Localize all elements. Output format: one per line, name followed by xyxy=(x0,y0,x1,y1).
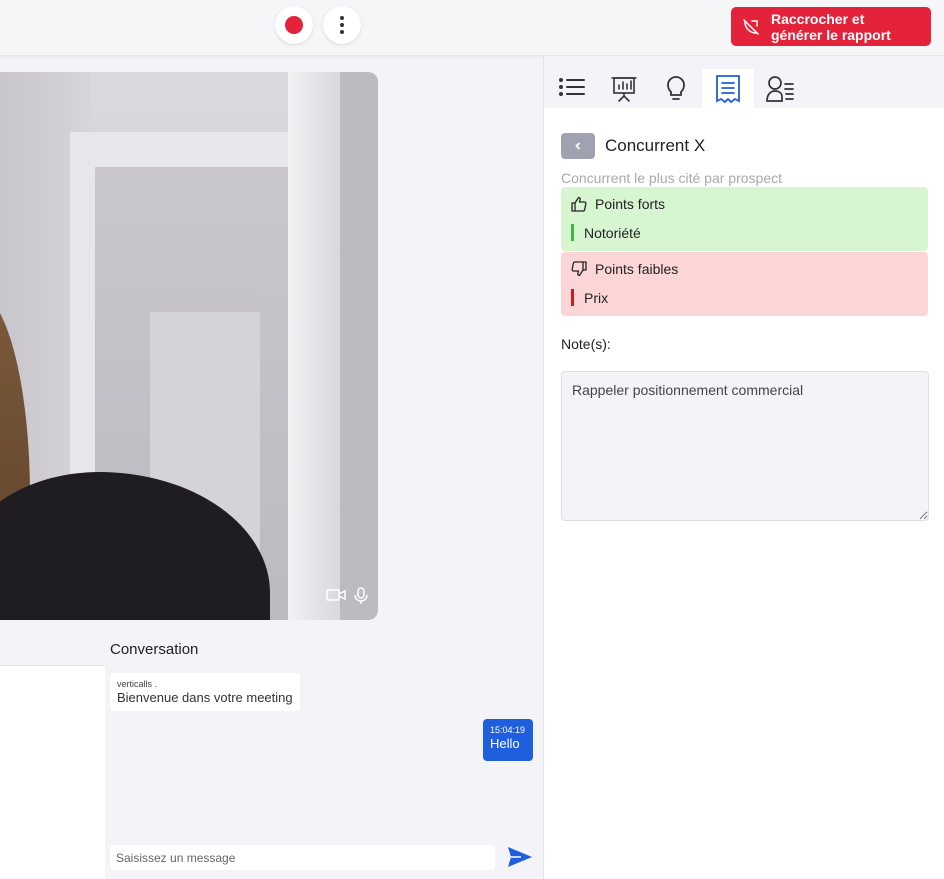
contact-list-icon xyxy=(766,76,794,102)
competitor-subtitle: Concurrent le plus cité par prospect xyxy=(561,170,782,186)
message-sender: verticalls . xyxy=(117,679,158,689)
strength-item: Notoriété xyxy=(584,224,641,241)
notes-label: Note(s): xyxy=(561,336,611,352)
participants-strip xyxy=(0,665,105,879)
record-button[interactable] xyxy=(275,6,313,44)
panel-tabs xyxy=(544,56,944,108)
send-icon xyxy=(508,847,532,867)
chat-message-outgoing: 15:04:19 Hello xyxy=(483,719,533,761)
more-options-button[interactable] xyxy=(323,6,361,44)
strengths-card: Points forts Notoriété xyxy=(561,187,928,251)
back-button[interactable] xyxy=(561,133,595,159)
notes-field[interactable]: Rappeler positionnement commercial xyxy=(561,371,929,521)
tab-list[interactable] xyxy=(546,70,598,108)
weaknesses-label: Points faibles xyxy=(595,261,679,277)
thumbs-up-icon xyxy=(571,196,587,212)
conversation-title: Conversation xyxy=(110,641,199,658)
weakness-bar xyxy=(571,289,574,306)
competitor-title: Concurrent X xyxy=(605,136,706,155)
hangup-label-line2: générer le rapport xyxy=(771,26,891,43)
lightbulb-icon xyxy=(667,76,685,100)
kebab-menu-icon xyxy=(340,16,344,34)
presentation-board-icon xyxy=(611,77,637,102)
message-text: Hello xyxy=(490,736,520,751)
video-feed xyxy=(0,72,378,620)
strength-bar xyxy=(571,224,574,241)
list-icon xyxy=(559,78,585,96)
message-text: Bienvenue dans votre meeting xyxy=(117,690,293,705)
phone-hangup-icon xyxy=(731,18,771,36)
record-dot-icon xyxy=(285,16,303,34)
receipt-document-icon xyxy=(716,75,740,104)
hangup-label-line1: Raccrocher et xyxy=(771,10,865,27)
send-button[interactable] xyxy=(507,846,533,873)
hangup-generate-report-button[interactable]: Raccrocher et générer le rapport xyxy=(731,7,931,46)
camera-icon[interactable] xyxy=(326,587,346,610)
strengths-label: Points forts xyxy=(595,196,666,212)
chat-message-incoming: verticalls . Bienvenue dans votre meetin… xyxy=(110,673,300,711)
tab-competitor[interactable] xyxy=(702,69,754,108)
message-input[interactable] xyxy=(110,845,495,870)
chevron-left-icon xyxy=(575,142,581,150)
side-panel: Concurrent X Concurrent le plus cité par… xyxy=(543,56,944,879)
thumbs-down-icon xyxy=(571,261,587,277)
microphone-icon[interactable] xyxy=(354,587,368,610)
tab-presentation[interactable] xyxy=(598,70,650,108)
weakness-item: Prix xyxy=(584,289,609,306)
tab-ideas[interactable] xyxy=(650,70,702,108)
tab-contacts[interactable] xyxy=(754,70,806,108)
top-bar: Raccrocher et générer le rapport xyxy=(0,0,944,56)
message-time: 15:04:19 xyxy=(490,725,526,735)
weaknesses-card: Points faibles Prix xyxy=(561,252,928,316)
